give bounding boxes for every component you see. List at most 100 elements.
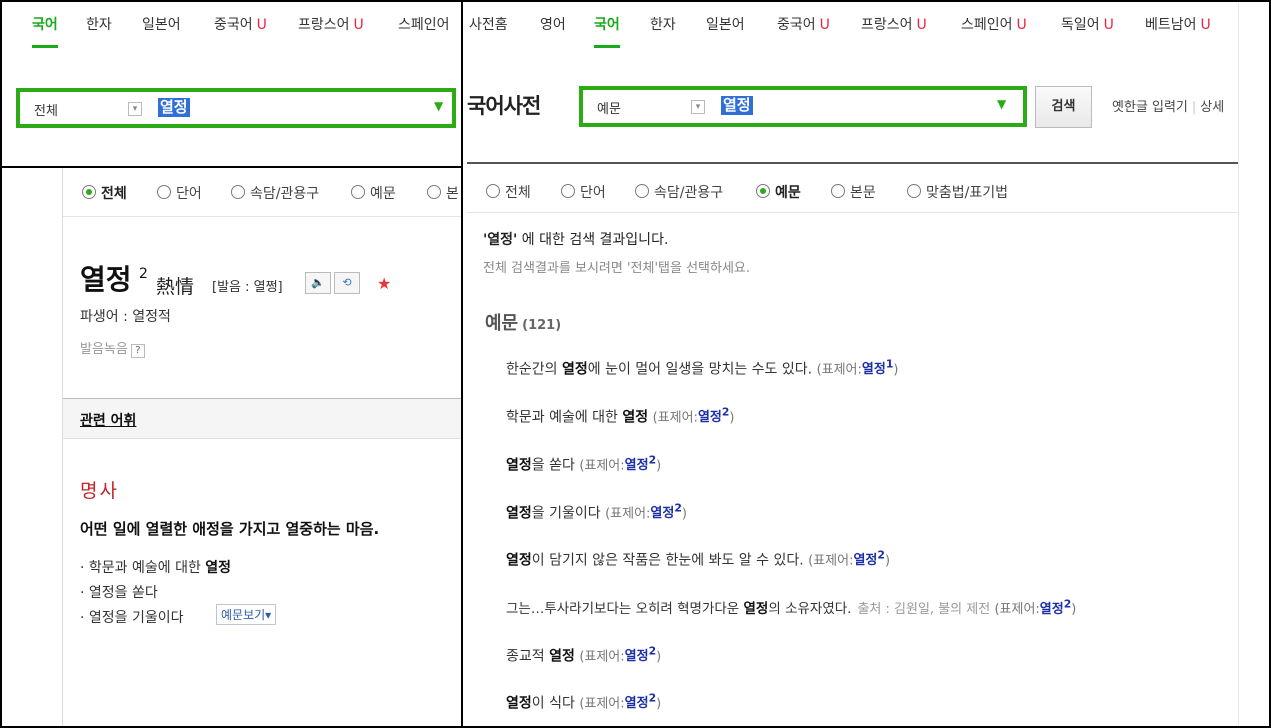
divider (467, 162, 1238, 164)
example-row: 열정을 기울이다 (표제어:열정2) (506, 502, 687, 522)
nav-tab-korean[interactable]: 국어 (594, 14, 620, 48)
filter-radio-proverb[interactable]: 속담/관용구 (635, 182, 723, 202)
headword-link[interactable]: 열정2 (1040, 598, 1071, 617)
nav-tab-spanish[interactable]: 스페인어 (398, 14, 450, 36)
result-count: (121) (522, 318, 562, 333)
left-pane: 국어 한자 일본어 중국어 U 프랑스어 U 스페인어 전체 ▾ 열정 ▼ 전체 단… (0, 0, 461, 728)
nav-tab-japanese[interactable]: 일본어 (706, 14, 745, 36)
headword-link[interactable]: 열정1 (862, 358, 893, 377)
example-row: 종교적 열정 (표제어:열정2) (506, 645, 662, 665)
headword-link[interactable]: 열정2 (853, 549, 884, 568)
divider (467, 212, 1238, 213)
update-badge: U (916, 17, 927, 33)
filter-radio-text[interactable]: 본 (427, 183, 459, 203)
filter-radio-text[interactable]: 본문 (831, 182, 876, 202)
search-input[interactable]: 열정 (158, 98, 190, 117)
update-badge: U (1200, 17, 1211, 33)
radio-icon (831, 184, 845, 198)
dropdown-arrow-icon[interactable]: ▼ (997, 97, 1006, 111)
divider (1238, 0, 1239, 728)
radio-icon (351, 185, 365, 199)
headword-link[interactable]: 열정2 (625, 454, 656, 473)
section-title: 예문 (121) (485, 313, 562, 334)
search-button[interactable]: 검색 (1035, 86, 1092, 128)
headword-link[interactable]: 열정2 (625, 645, 656, 664)
nav-tab-hanja[interactable]: 한자 (86, 14, 112, 36)
nav-tab-chinese[interactable]: 중국어 U (214, 14, 267, 36)
search-input[interactable]: 열정 (721, 96, 753, 115)
radio-icon (907, 184, 921, 198)
divider (62, 168, 63, 728)
headword-ref: (표제어:열정2) (652, 406, 735, 426)
nav-tab-dict-home[interactable]: 사전홈 (469, 14, 508, 36)
update-badge: U (353, 17, 364, 33)
star-icon[interactable]: ★ (377, 274, 391, 293)
right-search-box[interactable]: 예문 ▾ 열정 ▼ (579, 86, 1027, 127)
headword-link[interactable]: 열정2 (625, 692, 656, 711)
entry-pronunciation: [발음 : 열쩡] (212, 280, 283, 295)
left-search-box[interactable]: 전체 ▾ 열정 ▼ (16, 88, 456, 128)
headword-ref: (표제어:열정2) (808, 549, 891, 569)
pronunciation-recording[interactable]: 발음녹음? (80, 338, 145, 358)
old-hangul-input-link[interactable]: 옛한글 입력기 (1112, 100, 1188, 115)
nav-tab-english[interactable]: 영어 (540, 14, 566, 36)
filter-radio-example[interactable]: 예문 (351, 183, 396, 203)
nav-tab-french[interactable]: 프랑스어 U (861, 14, 927, 36)
radio-icon (486, 184, 500, 198)
radio-icon (231, 185, 245, 199)
headword-link[interactable]: 열정2 (650, 502, 681, 521)
filter-radio-word[interactable]: 단어 (157, 183, 202, 203)
nav-tab-german[interactable]: 독일어 U (1061, 14, 1114, 36)
speaker-icon[interactable]: 🔈 (305, 272, 331, 294)
part-of-speech: 명사 (80, 480, 119, 502)
example-row: 학문과 예술에 대한 열정 (표제어:열정2) (506, 406, 735, 426)
filter-radio-all[interactable]: 전체 (486, 182, 531, 202)
nav-tab-chinese[interactable]: 중국어 U (777, 14, 830, 36)
more-examples-button[interactable]: 예문보기▾ (216, 604, 277, 625)
filter-radio-example[interactable]: 예문 (756, 182, 801, 202)
headword-ref: (표제어:열정1) (816, 358, 899, 378)
example-row: 열정을 쏟다 (표제어:열정2) (506, 454, 662, 474)
radio-icon (427, 185, 441, 199)
headword-ref: (표제어:열정2) (579, 454, 662, 474)
update-badge: U (256, 17, 267, 33)
example-item: · 학문과 예술에 대한 열정 (80, 560, 232, 576)
headword-link[interactable]: 열정2 (698, 406, 729, 425)
update-badge: U (1016, 17, 1027, 33)
headword-ref: (표제어:열정2) (994, 597, 1077, 617)
detail-search-link[interactable]: 상세 (1200, 100, 1224, 115)
update-badge: U (1103, 17, 1114, 33)
search-scope-select[interactable]: 전체 (34, 100, 58, 119)
nav-tab-vietnamese[interactable]: 베트남어 U (1145, 14, 1211, 36)
radio-icon (561, 184, 575, 198)
repeat-icon[interactable]: ⟲ (334, 272, 360, 294)
example-item: · 열정을 쏟다 (80, 585, 158, 601)
example-row: 열정이 식다 (표제어:열정2) (506, 692, 662, 712)
chevron-down-icon[interactable]: ▾ (691, 100, 705, 114)
pane-divider (461, 0, 463, 728)
search-scope-select[interactable]: 예문 (597, 98, 621, 117)
divider (0, 166, 461, 168)
left-nav-bar: 국어 한자 일본어 중국어 U 프랑스어 U 스페인어 (0, 0, 461, 50)
nav-tab-french[interactable]: 프랑스어 U (298, 14, 364, 36)
nav-tab-hanja[interactable]: 한자 (650, 14, 676, 36)
filter-radio-all[interactable]: 전체 (82, 183, 127, 203)
help-icon[interactable]: ? (130, 344, 145, 358)
filter-radio-spelling[interactable]: 맞춤법/표기법 (907, 182, 1008, 202)
entry-homonym-number: 2 (139, 266, 148, 282)
radio-icon (82, 185, 96, 199)
dropdown-arrow-icon[interactable]: ▼ (434, 99, 443, 113)
nav-tab-spanish[interactable]: 스페인어 U (961, 14, 1027, 36)
chevron-down-icon[interactable]: ▾ (128, 102, 142, 116)
right-pane: 사전홈 영어 국어 한자 일본어 중국어 U 프랑스어 U 스페인어 U 독일어 U 베… (463, 0, 1271, 728)
filter-radio-proverb[interactable]: 속담/관용구 (231, 183, 319, 203)
example-row: 한순간의 열정에 눈이 멀어 일생을 망치는 수도 있다. (표제어:열정1) (506, 358, 899, 378)
nav-tab-korean[interactable]: 국어 (32, 14, 58, 48)
old-hangul-links: 옛한글 입력기 | 상세 (1112, 96, 1224, 115)
entry-hanja: 熱情 (156, 276, 195, 298)
headword-ref: (표제어:열정2) (579, 692, 662, 712)
related-words-link[interactable]: 관련 어휘 (80, 410, 136, 430)
dictionary-title[interactable]: 국어사전 (467, 90, 541, 120)
filter-radio-word[interactable]: 단어 (561, 182, 606, 202)
nav-tab-japanese[interactable]: 일본어 (142, 14, 181, 36)
